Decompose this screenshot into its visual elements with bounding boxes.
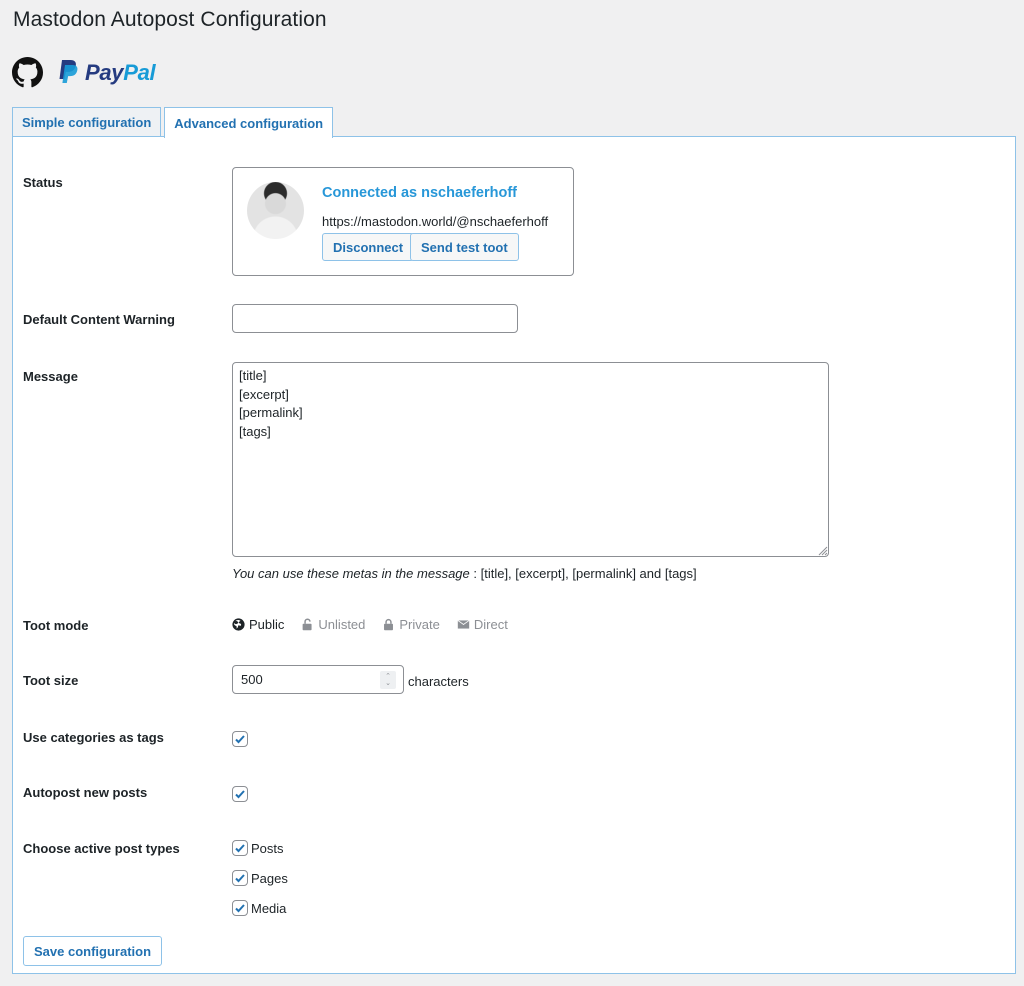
unlock-icon <box>303 618 312 631</box>
message-hint-italic: You can use these metas in the message <box>232 566 470 581</box>
toot-size-spinner[interactable]: ⌃ ⌄ <box>380 671 396 689</box>
toot-mode-direct[interactable]: Direct <box>457 617 508 632</box>
toot-mode-label: Toot mode <box>23 618 89 633</box>
post-type-pages-checkbox[interactable] <box>232 870 248 886</box>
avatar <box>247 182 304 239</box>
toot-mode-private-label: Private <box>399 617 440 632</box>
categories-as-tags-label: Use categories as tags <box>23 730 164 745</box>
checkmark-icon <box>235 790 245 799</box>
toot-size-value: 500 <box>241 672 263 687</box>
connected-as-text: Connected as nschaeferhoff <box>322 185 517 201</box>
autopost-checkbox[interactable] <box>232 786 248 802</box>
page-title: Mastodon Autopost Configuration <box>13 8 327 31</box>
post-type-posts-label: Posts <box>251 841 284 856</box>
toot-size-suffix: characters <box>408 674 469 689</box>
send-test-toot-button[interactable]: Send test toot <box>410 233 519 261</box>
spin-down-icon[interactable]: ⌄ <box>385 680 391 687</box>
message-label: Message <box>23 369 78 384</box>
toot-mode-public[interactable]: Public <box>232 617 284 632</box>
toot-mode-direct-label: Direct <box>473 617 508 632</box>
content-warning-label: Default Content Warning <box>23 312 175 327</box>
message-hint: You can use these metas in the message :… <box>232 566 697 581</box>
toot-mode-unlisted[interactable]: Unlisted <box>301 617 365 632</box>
envelope-icon <box>457 620 470 629</box>
paypal-icon <box>59 59 78 83</box>
paypal-link[interactable]: PayPal <box>55 59 156 87</box>
save-configuration-button[interactable]: Save configuration <box>23 936 163 966</box>
spin-up-icon[interactable]: ⌃ <box>385 673 391 680</box>
profile-url: https://mastodon.world/@nschaeferhoff <box>322 214 549 229</box>
checkmark-icon <box>235 904 245 913</box>
post-type-media-checkbox[interactable] <box>232 900 248 916</box>
config-tabs: Simple configuration Advanced configurat… <box>12 107 334 138</box>
post-type-pages-label: Pages <box>251 871 288 886</box>
tab-simple-configuration[interactable]: Simple configuration <box>12 107 162 137</box>
globe-icon <box>232 618 245 631</box>
toot-mode-options: Public Unlisted Private Direct <box>232 617 508 632</box>
github-link[interactable] <box>12 57 43 88</box>
toot-mode-private[interactable]: Private <box>382 617 440 632</box>
lock-icon <box>384 618 394 631</box>
status-label: Status <box>23 175 63 190</box>
toot-size-input[interactable]: 500 ⌃ ⌄ <box>232 665 404 694</box>
toot-mode-unlisted-label: Unlisted <box>318 617 366 632</box>
checkmark-icon <box>235 874 245 883</box>
support-links: PayPal <box>12 57 156 88</box>
autopost-label: Autopost new posts <box>23 785 148 800</box>
post-types-label: Choose active post types <box>23 841 180 856</box>
checkmark-icon <box>235 844 245 853</box>
content-warning-input[interactable] <box>232 304 518 333</box>
settings-panel: Status Connected as nschaeferhoff https:… <box>12 136 1016 974</box>
post-type-posts-checkbox[interactable] <box>232 840 248 856</box>
categories-as-tags-checkbox[interactable] <box>232 731 248 747</box>
connection-status-card: Connected as nschaeferhoff https://masto… <box>232 167 574 276</box>
toot-size-label: Toot size <box>23 673 79 688</box>
message-hint-metas: : [title], [excerpt], [permalink] and [t… <box>469 566 697 581</box>
paypal-wordmark: PayPal <box>85 59 156 85</box>
message-textarea[interactable]: [title] [excerpt] [permalink] [tags] <box>232 362 829 557</box>
resize-grip-icon[interactable] <box>816 544 828 556</box>
tab-advanced-configuration[interactable]: Advanced configuration <box>164 107 334 138</box>
checkmark-icon <box>235 735 245 744</box>
toot-mode-public-label: Public <box>249 617 285 632</box>
post-type-media-label: Media <box>251 901 287 916</box>
disconnect-button[interactable]: Disconnect <box>322 233 415 261</box>
github-icon <box>12 57 43 88</box>
